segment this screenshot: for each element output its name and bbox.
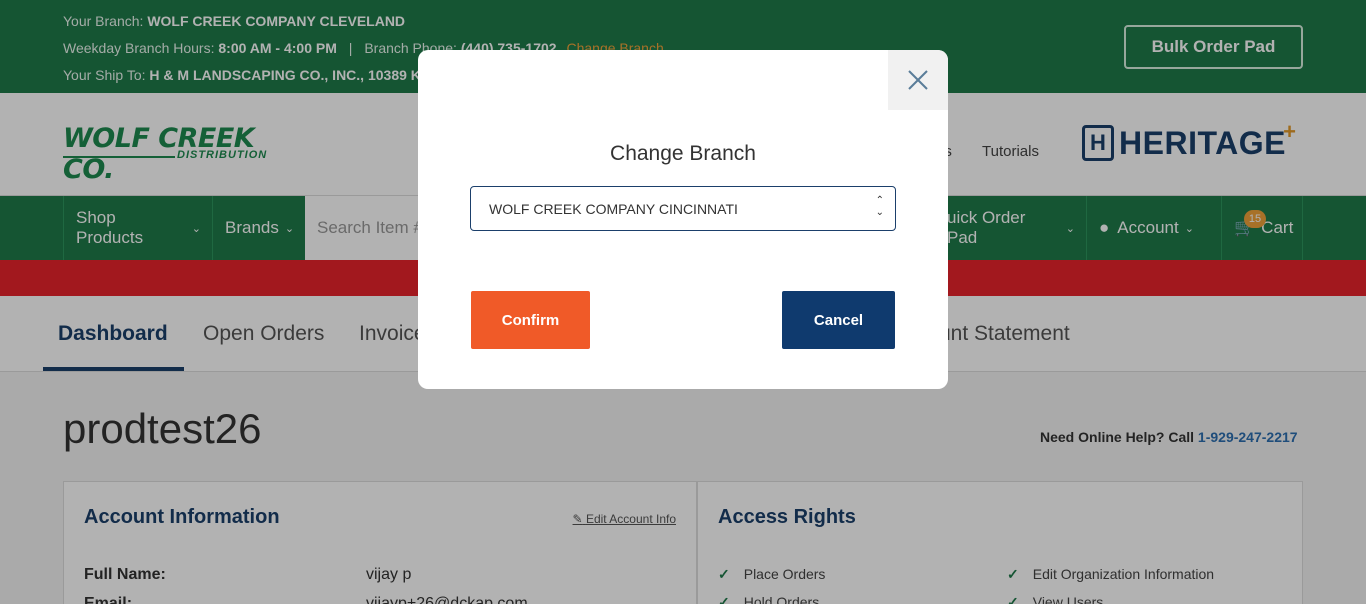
cancel-button[interactable]: Cancel bbox=[782, 291, 895, 349]
confirm-button[interactable]: Confirm bbox=[471, 291, 590, 349]
branch-select-value: WOLF CREEK COMPANY CINCINNATI bbox=[489, 200, 738, 217]
branch-select[interactable]: WOLF CREEK COMPANY CINCINNATI ⌃ ⌄ bbox=[470, 186, 896, 231]
modal-title: Change Branch bbox=[610, 142, 756, 165]
change-branch-modal: Change Branch WOLF CREEK COMPANY CINCINN… bbox=[418, 50, 948, 389]
close-icon bbox=[908, 70, 928, 90]
close-button[interactable] bbox=[888, 50, 948, 110]
select-arrows-icon: ⌃ ⌄ bbox=[875, 195, 884, 218]
